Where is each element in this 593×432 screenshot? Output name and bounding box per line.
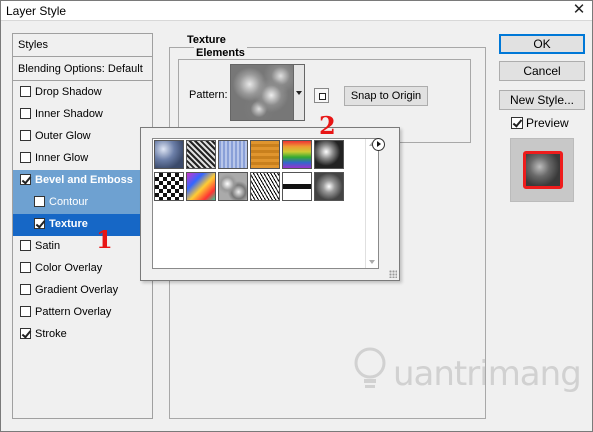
chevron-down-icon	[296, 91, 302, 95]
style-item-drop-shadow[interactable]: Drop Shadow	[13, 82, 152, 104]
checkbox[interactable]	[34, 196, 45, 207]
new-style-button[interactable]: New Style...	[499, 90, 585, 110]
checkbox[interactable]	[20, 86, 31, 97]
pattern-tile-clouds[interactable]	[218, 172, 248, 201]
style-item-bevel-and-emboss[interactable]: Bevel and Emboss	[13, 170, 152, 192]
pattern-tile-stripe[interactable]	[282, 172, 312, 201]
blending-options-item[interactable]: Blending Options: Default	[13, 58, 152, 81]
pattern-tile-orange[interactable]	[250, 140, 280, 169]
ok-button[interactable]: OK	[499, 34, 585, 54]
style-item-satin[interactable]: Satin	[13, 236, 152, 258]
pattern-picker-popup	[140, 127, 400, 281]
style-item-texture[interactable]: Texture	[13, 214, 152, 236]
style-item-contour[interactable]: Contour	[13, 192, 152, 214]
checkbox-checked[interactable]	[20, 328, 31, 339]
pattern-tile-rainbow[interactable]	[282, 140, 312, 169]
layer-style-dialog: Layer Style ✕ Styles Blending Options: D…	[0, 0, 593, 432]
checkbox[interactable]	[20, 108, 31, 119]
resize-grip-icon[interactable]	[389, 270, 397, 278]
window-title: Layer Style	[6, 4, 67, 18]
checkbox[interactable]	[20, 152, 31, 163]
style-item-outer-glow[interactable]: Outer Glow	[13, 126, 152, 148]
checkbox[interactable]	[20, 240, 31, 251]
pattern-label: Pattern:	[189, 89, 228, 101]
watermark-text: uantrimang	[393, 354, 582, 394]
preview-toggle[interactable]: Preview	[511, 116, 569, 130]
new-preset-icon[interactable]	[314, 88, 329, 103]
pattern-grid	[152, 138, 379, 269]
checkbox-checked[interactable]	[511, 117, 523, 129]
pattern-swatch[interactable]	[230, 64, 294, 121]
style-item-gradient-overlay[interactable]: Gradient Overlay	[13, 280, 152, 302]
pattern-tile-blue-weave[interactable]	[218, 140, 248, 169]
pattern-tile-marble[interactable]	[314, 140, 344, 169]
elements-group-title: Elements	[194, 47, 247, 59]
style-item-inner-shadow[interactable]: Inner Shadow	[13, 104, 152, 126]
annotation-2: 2	[319, 111, 336, 140]
title-bar: Layer Style ✕	[1, 1, 592, 21]
snap-to-origin-button[interactable]: Snap to Origin	[344, 86, 428, 106]
flyout-menu-icon[interactable]	[372, 138, 385, 151]
pattern-dropdown-button[interactable]	[294, 64, 305, 121]
lightbulb-watermark-icon	[354, 347, 386, 388]
preview-thumbnail	[523, 151, 563, 189]
checkbox-checked[interactable]	[34, 218, 45, 229]
pattern-tile-noise[interactable]	[186, 140, 216, 169]
styles-header[interactable]: Styles	[13, 34, 152, 57]
style-item-inner-glow[interactable]: Inner Glow	[13, 148, 152, 170]
style-preview	[510, 138, 574, 202]
checkbox-checked[interactable]	[20, 174, 31, 185]
style-item-pattern-overlay[interactable]: Pattern Overlay	[13, 302, 152, 324]
texture-group-title: Texture	[185, 34, 228, 46]
scroll-down-icon[interactable]	[369, 260, 375, 264]
pattern-tile-colorful[interactable]	[186, 172, 216, 201]
style-item-color-overlay[interactable]: Color Overlay	[13, 258, 152, 280]
checkbox[interactable]	[20, 306, 31, 317]
pattern-tile-grain[interactable]	[250, 172, 280, 201]
pattern-tile-stone[interactable]	[314, 172, 344, 201]
checkbox[interactable]	[20, 130, 31, 141]
checkbox[interactable]	[20, 262, 31, 273]
styles-list: Styles Blending Options: Default Drop Sh…	[12, 33, 153, 419]
close-icon[interactable]: ✕	[566, 1, 592, 20]
pattern-tile-checker[interactable]	[154, 172, 184, 201]
style-item-stroke[interactable]: Stroke	[13, 324, 152, 346]
checkbox[interactable]	[20, 284, 31, 295]
annotation-1: 1	[96, 225, 113, 254]
picker-scrollbar[interactable]	[365, 139, 378, 268]
cancel-button[interactable]: Cancel	[499, 61, 585, 81]
pattern-tile-bubbles[interactable]	[154, 140, 184, 169]
